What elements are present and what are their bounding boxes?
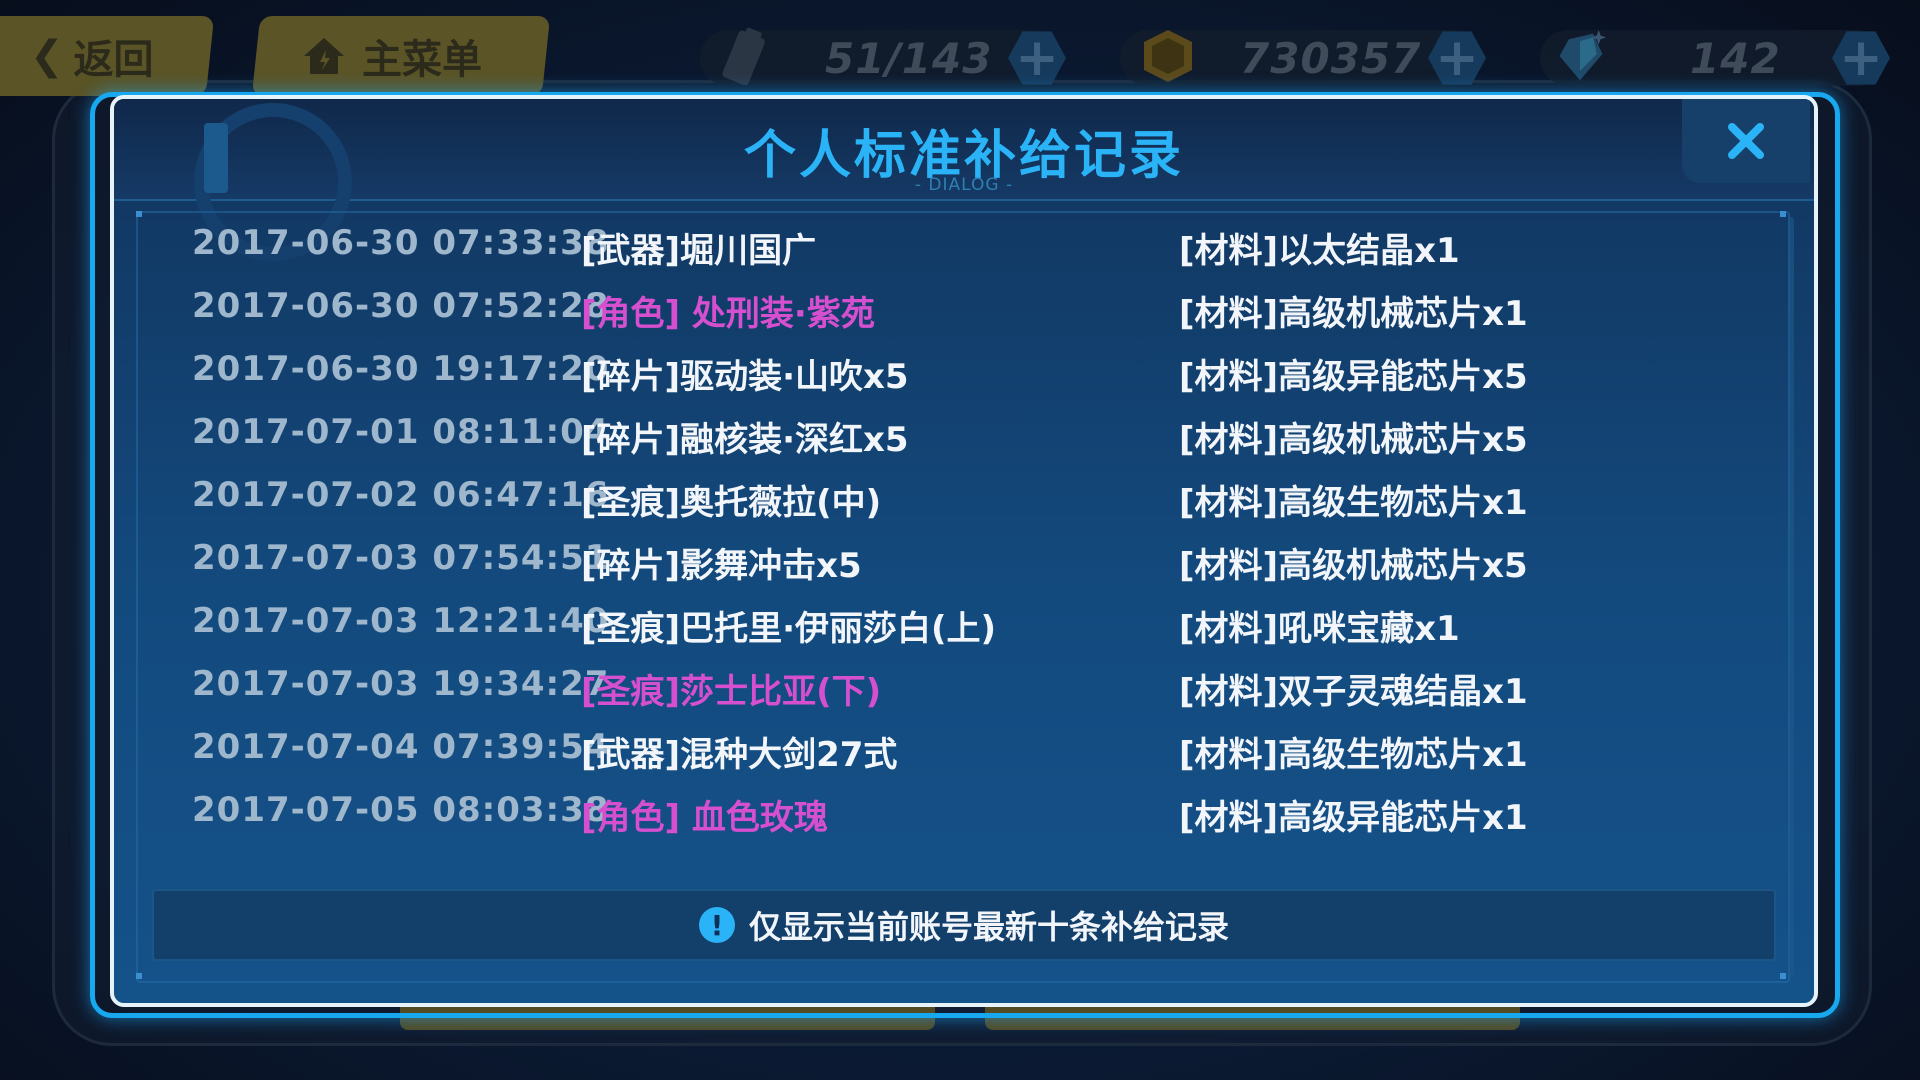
coin-icon [1140,26,1196,86]
record-material: [材料]高级机械芯片x5 [1179,546,1528,586]
close-button[interactable] [1682,99,1810,183]
stamina-value: 51/143 [825,33,993,83]
record-row: 2017-07-03 19:34:27 [圣痕]莎士比亚(下) [材料]双子灵魂结晶… [114,658,1814,720]
record-item: [圣痕]巴托里·伊丽莎白(上) [581,609,997,649]
record-material: [材料]高级生物芯片x1 [1179,483,1528,523]
crystal-icon [1552,26,1608,86]
record-material: [材料]高级机械芯片x5 [1179,420,1528,460]
record-time: 2017-06-30 19:17:20 [192,349,610,389]
crystals-display: 142 + [1540,29,1890,86]
record-item: [圣痕]奥托薇拉(中) [581,483,882,523]
main-menu-button[interactable]: 主菜单 [251,16,551,96]
notice-text: 仅显示当前账号最新十条补给记录 [748,908,1229,946]
exclamation-icon: ! [698,907,735,943]
record-row: 2017-07-03 12:21:40 [圣痕]巴托里·伊丽莎白(上) [材料]吼咪… [114,595,1814,657]
record-time: 2017-07-02 06:47:16 [192,475,610,515]
frame-corner-dot [1780,973,1786,979]
chevron-left-icon: ❮ [30,33,64,79]
record-material: [材料]高级异能芯片x5 [1179,357,1528,397]
coins-value: 730357 [1240,33,1422,83]
record-row: 2017-07-02 06:47:16 [圣痕]奥托薇拉(中) [材料]高级生物芯片… [114,469,1814,531]
coins-display: 730357 + [1120,30,1486,86]
record-material: [材料]吼咪宝藏x1 [1179,609,1460,649]
record-item: [圣痕]莎士比亚(下) [581,672,882,712]
record-item: [碎片]驱动装·山吹x5 [581,357,909,397]
record-time: 2017-07-03 19:34:27 [192,664,610,704]
main-menu-label: 主菜单 [362,37,482,83]
battery-icon [716,26,772,86]
record-item: [武器]混种大剑27式 [581,735,898,775]
back-button[interactable]: ❮ 返回 [0,16,215,96]
record-row: 2017-07-04 07:39:54 [武器]混种大剑27式 [材料]高级生物芯片… [114,721,1814,783]
record-time: 2017-07-04 07:39:54 [192,727,610,767]
record-material: [材料]双子灵魂结晶x1 [1179,672,1528,712]
record-time: 2017-06-30 07:33:38 [192,223,610,263]
record-row: 2017-06-30 07:33:38 [武器]堀川国广 [材料]以太结晶x1 [114,217,1814,279]
record-material: [材料]以太结晶x1 [1179,231,1460,271]
record-item: [武器]堀川国广 [581,231,817,271]
crystals-value: 142 [1690,33,1781,83]
notice-bar: ! 仅显示当前账号最新十条补给记录 [152,889,1776,961]
record-material: [材料]高级机械芯片x1 [1179,294,1528,334]
frame-corner-dot [136,973,142,979]
record-material: [材料]高级生物芯片x1 [1179,735,1528,775]
supply-record-dialog: 个人标准补给记录 - DIALOG - 2017-06-30 07:33:38[… [110,95,1818,1007]
record-row: 2017-07-05 08:03:38 [角色] 血色玫瑰 [材料]高级异能芯片x1 [114,784,1814,846]
close-icon [1726,121,1766,161]
back-label: 返回 [73,37,154,83]
record-time: 2017-07-05 08:03:38 [192,790,610,830]
record-row: 2017-06-30 19:17:20 [碎片]驱动装·山吹x5 [材料]高级异能芯… [114,343,1814,405]
record-item: [碎片]影舞冲击x5 [581,546,862,586]
home-icon [302,36,346,76]
record-item: [角色] 血色玫瑰 [581,798,828,838]
record-time: 2017-06-30 07:52:28 [192,286,610,326]
dialog-subtitle: - DIALOG - [914,175,1014,195]
record-item: [碎片]融核装·深红x5 [581,420,909,460]
record-row: 2017-07-01 08:11:04 [碎片]融核装·深红x5 [材料]高级机械芯… [114,406,1814,468]
record-time: 2017-07-03 12:21:40 [192,601,610,641]
record-row: 2017-07-03 07:54:51 [碎片]影舞冲击x5 [材料]高级机械芯片x… [114,532,1814,594]
dialog-header: 个人标准补给记录 - DIALOG - [114,99,1814,261]
record-material: [材料]高级异能芯片x1 [1179,798,1528,838]
record-time: 2017-07-01 08:11:04 [192,412,610,452]
record-item: [角色] 处刑装·紫苑 [581,294,875,334]
stamina-display: 51/143 + [700,27,1066,86]
record-time: 2017-07-03 07:54:51 [192,538,610,578]
record-row: 2017-06-30 07:52:28 [角色] 处刑装·紫苑 [材料]高级机械芯片… [114,280,1814,342]
